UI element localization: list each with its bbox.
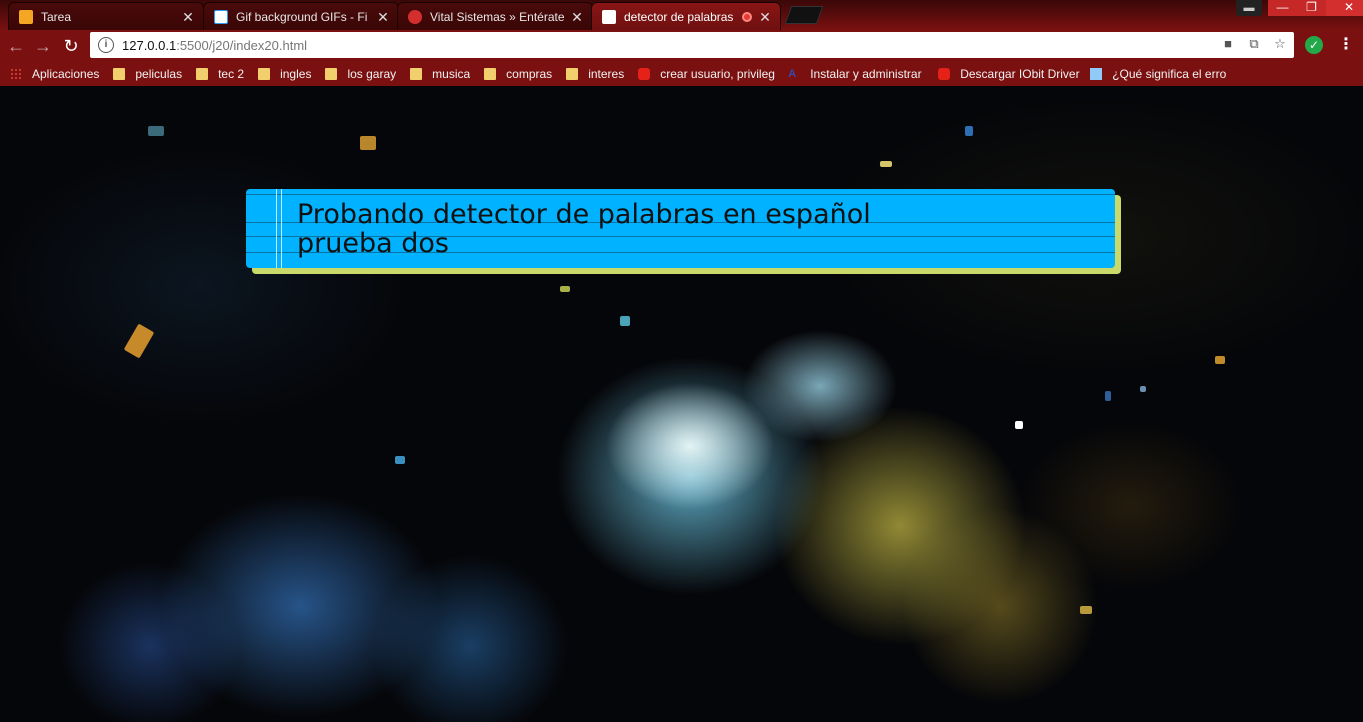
document-icon (214, 9, 228, 24)
back-arrow-icon[interactable]: ← (6, 36, 26, 56)
decorative-speck (1080, 606, 1092, 614)
decorative-speck (620, 316, 630, 326)
close-icon[interactable]: ✕ (181, 10, 195, 24)
close-icon[interactable]: ✕ (376, 10, 390, 24)
extension-check-icon[interactable]: ✓ (1305, 36, 1323, 54)
ruled-line (246, 194, 1115, 195)
decorative-speck (1015, 421, 1023, 429)
tab-title: Gif background GIFs - Fi (236, 9, 368, 24)
bookmarks-bar: Aplicaciones peliculas tec 2 ingles los … (0, 62, 1363, 86)
decorative-speck (560, 286, 570, 292)
youtube-icon (638, 68, 651, 80)
bookmark-que-significa[interactable]: ¿Qué significa el error (1090, 62, 1226, 86)
decorative-speck (148, 126, 164, 136)
bookmark-label: crear usuario, privileg (660, 67, 775, 81)
bookmark-compras[interactable]: compras (484, 62, 552, 86)
bookmark-label: Descargar IObit Driver (960, 67, 1080, 81)
tarea-icon (19, 9, 33, 24)
user-profile-icon[interactable]: ▬ (1236, 0, 1262, 16)
bookmark-instalar-administrar[interactable]: A Instalar y administrar (788, 62, 928, 86)
bookmark-label: tec 2 (218, 67, 245, 81)
decorative-speck (1215, 356, 1225, 364)
url-path: :5500/j20/index20.html (176, 37, 308, 53)
bookmark-label: interes (588, 67, 625, 81)
apps-grid-icon (10, 68, 22, 80)
folder-icon (484, 68, 497, 80)
close-icon[interactable]: ✕ (758, 10, 772, 24)
bookmark-interes[interactable]: interes (566, 62, 624, 86)
folder-icon (258, 68, 271, 80)
folder-icon (113, 68, 126, 80)
close-icon[interactable]: ✕ (570, 10, 584, 24)
bookmark-aplicaciones[interactable]: Aplicaciones (10, 62, 99, 86)
bookmark-label: Aplicaciones (32, 67, 100, 81)
bookmark-descargar-iobit[interactable]: Descargar IObit Driver (938, 62, 1080, 86)
recording-indicator-icon (742, 11, 752, 22)
margin-line (281, 189, 282, 268)
bookmark-label: ¿Qué significa el error (1112, 67, 1227, 81)
folder-icon (566, 68, 579, 80)
address-bar[interactable]: i 127.0.0.1 :5500/j20/index20.html ■ ⧉ ☆ (90, 32, 1294, 58)
a-logo-icon: A (788, 68, 797, 80)
camera-icon[interactable]: ■ (1220, 36, 1236, 52)
tab-gif-background[interactable]: Gif background GIFs - Fi ✕ (203, 2, 399, 30)
window-controls: — ❐ ✕ (1268, 0, 1363, 16)
star-icon[interactable]: ☆ (1272, 36, 1288, 52)
info-icon[interactable]: i (98, 37, 114, 53)
close-window-button[interactable]: ✕ (1326, 0, 1363, 16)
tab-title: Vital Sistemas » Entérate (430, 9, 564, 24)
tab-vital-sistemas[interactable]: Vital Sistemas » Entérate ✕ (397, 2, 593, 30)
page-background-image (0, 86, 1363, 722)
bookmark-ingles[interactable]: ingles (258, 62, 311, 86)
menu-icon[interactable]: ⋮ (1338, 34, 1354, 56)
detected-text: Probando detector de palabras en español… (297, 200, 871, 258)
bookmark-label: los garay (347, 67, 397, 81)
folder-icon (410, 68, 423, 80)
text-line-1: Probando detector de palabras en español (297, 199, 871, 230)
decorative-speck (1140, 386, 1146, 392)
folder-icon (325, 68, 338, 80)
bookmark-peliculas[interactable]: peliculas (113, 62, 182, 86)
page-icon (602, 9, 616, 24)
toolbar: ← → ↻ i 127.0.0.1 :5500/j20/index20.html… (0, 30, 1363, 62)
vital-sistemas-icon (408, 9, 422, 24)
decorative-speck (965, 126, 973, 136)
decorative-speck (1105, 391, 1111, 401)
tab-title: Tarea (41, 9, 72, 24)
decorative-speck (395, 456, 405, 464)
bookmark-musica[interactable]: musica (410, 62, 470, 86)
decorative-speck (880, 161, 892, 167)
forward-arrow-icon[interactable]: → (33, 36, 53, 56)
restore-button[interactable]: ❐ (1297, 0, 1326, 16)
url-host: 127.0.0.1 (122, 37, 177, 53)
text-card: Probando detector de palabras en español… (246, 189, 1115, 268)
translate-icon[interactable]: ⧉ (1246, 36, 1262, 52)
tab-strip: Tarea ✕ Gif background GIFs - Fi ✕ Vital… (0, 0, 1363, 30)
bookmark-label: ingles (280, 67, 312, 81)
folder-icon (196, 68, 209, 80)
decorative-speck (360, 136, 376, 150)
bookmark-label: compras (506, 67, 553, 81)
bookmark-label: musica (432, 67, 471, 81)
minimize-button[interactable]: — (1268, 0, 1297, 16)
decorative-speck (123, 323, 155, 359)
bookmark-los-garay[interactable]: los garay (325, 62, 396, 86)
reload-icon[interactable]: ↻ (61, 36, 81, 56)
tab-title: detector de palabras (624, 9, 734, 24)
tab-tarea[interactable]: Tarea ✕ (8, 2, 204, 30)
bookmark-label: Instalar y administrar (810, 67, 922, 81)
r-logo-icon (1090, 68, 1103, 80)
new-tab-button[interactable] (784, 6, 824, 24)
text-line-2: prueba dos (297, 228, 449, 259)
tab-detector-de-palabras[interactable]: detector de palabras ✕ (591, 2, 781, 30)
bookmark-crear-usuario[interactable]: crear usuario, privileg (638, 62, 778, 86)
margin-line (276, 189, 277, 268)
bookmark-label: peliculas (135, 67, 183, 81)
bookmark-tec-2[interactable]: tec 2 (196, 62, 244, 86)
youtube-icon (938, 68, 951, 80)
